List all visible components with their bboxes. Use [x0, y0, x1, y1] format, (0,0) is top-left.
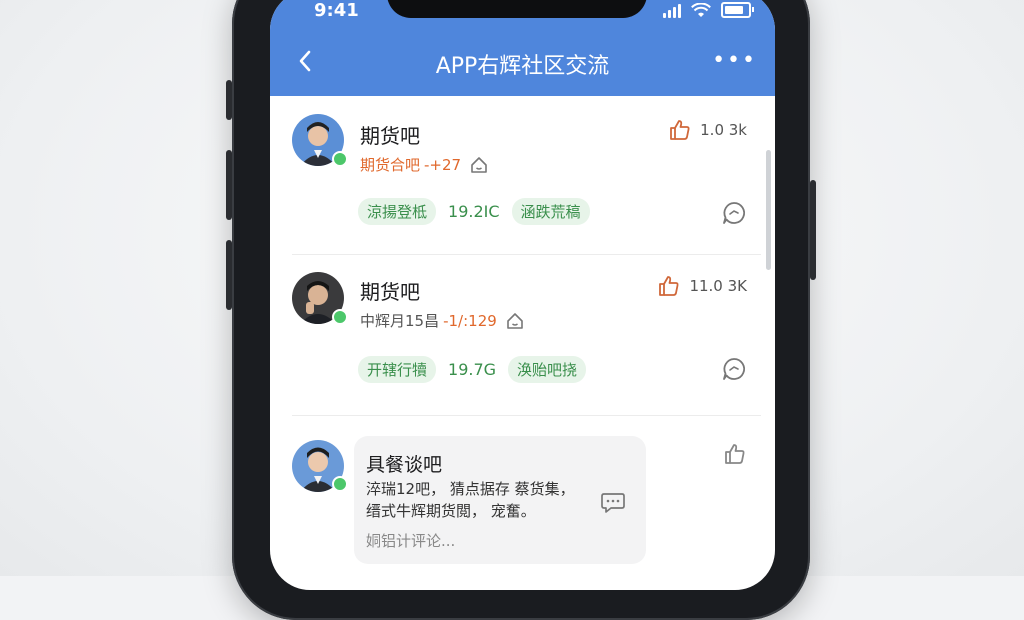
phone-power-button [810, 180, 816, 280]
phone-side-button [226, 80, 232, 120]
tag[interactable]: 涼揚登柢 [358, 198, 437, 225]
scrollbar[interactable] [766, 150, 771, 270]
phone-volume-up-button [226, 150, 232, 220]
post-card[interactable]: 期货吧 中辉月15昌 -1/:129 11.0 3K 开辖行犢 19.7G 涣贻… [270, 256, 775, 416]
like-count: 11.0 3K [689, 277, 747, 295]
page-title: APP右辉社区交流 [435, 54, 610, 79]
like-group: 1.0 3k [668, 118, 747, 142]
battery-icon [721, 2, 754, 18]
phone-screen: 9:41 APP右辉社区交流 ••• 期货吧 期货合吧 -+27 1.0 3k … [270, 0, 775, 590]
home-icon[interactable] [469, 155, 489, 175]
notch [387, 0, 647, 18]
tag[interactable]: 涵跌荒稿 [511, 198, 590, 225]
status-time: 9:41 [314, 0, 359, 21]
post-meta-count: -1/:129 [443, 311, 497, 330]
online-status-indicator [332, 151, 348, 167]
post-meta-text: 中辉月15昌 [360, 312, 440, 330]
app-header: 9:41 APP右辉社区交流 ••• [270, 0, 775, 96]
comment-text: 淬瑞12吧， 猜点据存 蔡货集， 缙式牛辉期货閲， 宠奮。 [366, 478, 628, 522]
tag-value: 19.2IC [448, 202, 500, 221]
home-icon[interactable] [505, 311, 525, 331]
tag-value: 19.7G [448, 360, 497, 379]
phone-volume-down-button [226, 240, 232, 310]
divider [292, 415, 761, 416]
comment-input[interactable]: 姛铝计评论... [366, 530, 455, 551]
like-count: 1.0 3k [700, 121, 747, 139]
online-status-indicator [332, 476, 348, 492]
comment-bubble: 具餐谈吧 淬瑞12吧， 猜点据存 蔡货集， 缙式牛辉期货閲， 宠奮。 姛铝计评论… [354, 436, 646, 564]
like-group: 11.0 3K [657, 274, 747, 298]
tag[interactable]: 涣贻吧挠 [508, 356, 587, 383]
wifi-icon [691, 3, 711, 17]
more-options-button[interactable]: ••• [712, 48, 757, 73]
post-author-name[interactable]: 期货吧 [360, 120, 420, 149]
tag-row: 涼揚登柢 19.2IC 涵跌荒稿 [358, 198, 590, 225]
post-meta: 中辉月15昌 -1/:129 [360, 310, 525, 331]
reply-icon[interactable] [600, 490, 626, 514]
comment-text-line: 缙式牛辉期货閲， 宠奮。 [366, 502, 536, 520]
tag-row: 开辖行犢 19.7G 涣贻吧挠 [358, 356, 587, 383]
status-icons [663, 2, 754, 18]
thumbs-up-icon[interactable] [657, 274, 681, 298]
divider [292, 254, 761, 255]
post-card[interactable]: 期货吧 期货合吧 -+27 1.0 3k 涼揚登柢 19.2IC 涵跌荒稿 [270, 96, 775, 256]
comment-title: 具餐谈吧 [366, 454, 443, 476]
post-meta: 期货合吧 -+27 [360, 154, 489, 175]
post-meta-count: -+27 [424, 155, 462, 174]
online-status-indicator [332, 309, 348, 325]
tag[interactable]: 开辖行犢 [358, 356, 437, 383]
post-author-name[interactable]: 期货吧 [360, 276, 420, 305]
thumbs-up-icon[interactable] [723, 442, 747, 466]
thumbs-up-icon[interactable] [668, 118, 692, 142]
comment-icon[interactable] [721, 356, 747, 382]
post-meta-text: 期货合吧 [360, 156, 421, 174]
signal-icon [663, 4, 681, 18]
comment-icon[interactable] [721, 200, 747, 226]
comment-text-line: 淬瑞12吧， 猜点据存 蔡货集， [366, 480, 575, 498]
